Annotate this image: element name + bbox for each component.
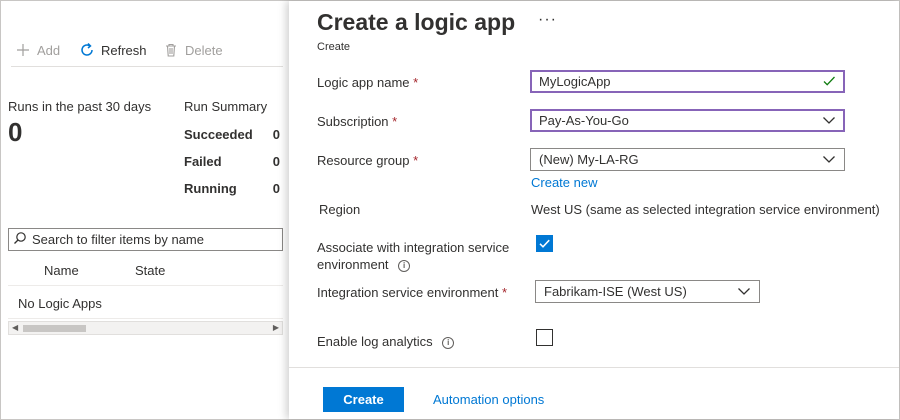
checkmark-icon [822, 74, 836, 91]
logic-app-name-input[interactable]: MyLogicApp [530, 70, 845, 93]
filter-placeholder: Search to filter items by name [32, 232, 204, 247]
refresh-icon [79, 42, 95, 58]
delete-icon [163, 42, 179, 58]
column-header-state[interactable]: State [135, 263, 165, 278]
resource-group-dropdown[interactable]: (New) My-LA-RG [530, 148, 845, 171]
region-label: Region [319, 202, 361, 217]
summary-value: 0 [272, 154, 280, 169]
label-text: Subscription [317, 114, 389, 129]
runs-count: 0 [8, 117, 23, 147]
chevron-down-icon [822, 113, 836, 130]
logic-apps-list-panel: Add Refresh Delete Runs in the past 30 d… [1, 1, 289, 419]
divider [8, 285, 283, 286]
create-button[interactable]: Create [323, 387, 404, 412]
more-icon[interactable]: ··· [538, 11, 557, 29]
summary-row-failed: Failed 0 [184, 154, 280, 169]
associate-ise-checkbox[interactable] [536, 235, 553, 252]
refresh-button[interactable]: Refresh [79, 39, 147, 61]
chevron-down-icon [737, 284, 751, 301]
add-icon [15, 42, 31, 58]
info-icon[interactable]: i [398, 259, 411, 272]
resource-group-label: Resource group * [317, 153, 418, 168]
label-text: Enable log analytics [317, 334, 433, 349]
filter-search-input[interactable]: Search to filter items by name [8, 228, 283, 251]
empty-list-message: No Logic Apps [18, 296, 102, 311]
summary-label: Failed [184, 154, 222, 169]
delete-button[interactable]: Delete [163, 39, 223, 61]
scrollbar-thumb[interactable] [23, 325, 86, 332]
associate-ise-label-line2: environment i [317, 256, 509, 273]
log-analytics-label: Enable log analytics i [317, 334, 455, 349]
column-header-name[interactable]: Name [44, 263, 79, 278]
info-icon[interactable]: i [442, 336, 455, 349]
subscription-label: Subscription * [317, 114, 397, 129]
page-title: Create a logic app [317, 9, 516, 35]
input-value: MyLogicApp [539, 74, 611, 89]
chevron-down-icon [822, 152, 836, 169]
summary-label: Succeeded [184, 127, 253, 142]
divider [8, 318, 283, 319]
log-analytics-checkbox[interactable] [536, 329, 553, 346]
summary-row-running: Running 0 [184, 181, 280, 196]
runs-label: Runs in the past 30 days [8, 99, 152, 114]
scroll-left-icon[interactable]: ◀ [12, 323, 18, 332]
summary-row-succeeded: Succeeded 0 [184, 127, 280, 142]
create-new-link[interactable]: Create new [531, 175, 597, 190]
run-summary-title: Run Summary [184, 99, 268, 114]
required-marker: * [392, 114, 398, 129]
associate-ise-label: Associate with integration service envir… [317, 239, 509, 273]
ise-label: Integration service environment * [317, 285, 507, 300]
blade-footer: Create Automation options [289, 367, 899, 419]
automation-options-link[interactable]: Automation options [433, 392, 544, 407]
add-button[interactable]: Add [15, 39, 60, 61]
add-label: Add [37, 42, 61, 58]
required-marker: * [502, 285, 508, 300]
subscription-dropdown[interactable]: Pay-As-You-Go [530, 109, 845, 132]
label-text: Resource group [317, 153, 410, 168]
label-text: environment [317, 257, 389, 272]
summary-label: Running [184, 181, 237, 196]
refresh-label: Refresh [101, 42, 147, 58]
dropdown-value: Pay-As-You-Go [539, 113, 629, 128]
page-subtitle: Create [317, 41, 351, 53]
required-marker: * [413, 75, 419, 90]
checkmark-icon [539, 239, 550, 248]
logic-app-name-label: Logic app name * [317, 75, 418, 90]
dropdown-value: (New) My-LA-RG [539, 152, 639, 167]
search-icon [13, 231, 27, 248]
scroll-right-icon[interactable]: ▶ [273, 323, 279, 332]
dropdown-value: Fabrikam-ISE (West US) [544, 284, 687, 299]
label-text: Logic app name [317, 75, 410, 90]
create-logic-app-blade: Create a logic app ··· Create Logic app … [289, 1, 899, 419]
summary-value: 0 [272, 181, 280, 196]
ise-dropdown[interactable]: Fabrikam-ISE (West US) [535, 280, 760, 303]
summary-value: 0 [272, 127, 280, 142]
region-value: West US (same as selected integration se… [531, 202, 880, 217]
required-marker: * [413, 153, 419, 168]
toolbar: Add Refresh Delete [11, 39, 283, 67]
horizontal-scrollbar[interactable]: ◀ ▶ [8, 321, 283, 335]
label-text: Integration service environment [317, 285, 499, 300]
delete-label: Delete [185, 42, 223, 58]
label-text: Associate with integration service [317, 240, 510, 255]
